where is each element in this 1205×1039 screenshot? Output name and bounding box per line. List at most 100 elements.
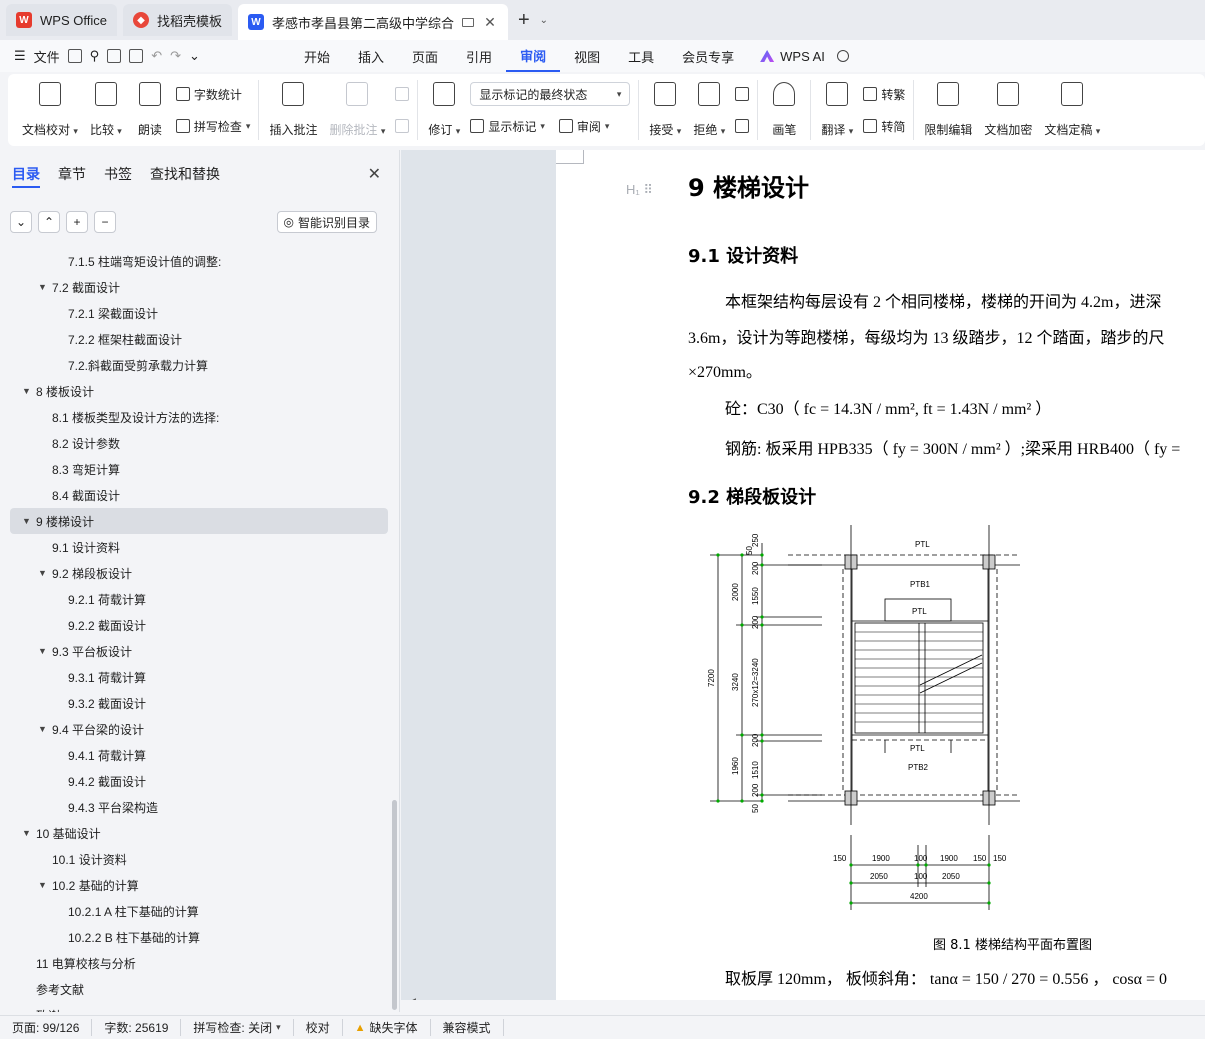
toc-item[interactable]: 10.2.1 A 柱下基础的计算: [10, 898, 388, 924]
toc-item[interactable]: ▼ 10 基础设计: [10, 820, 388, 846]
expand-triangle-icon[interactable]: ▼: [22, 386, 36, 396]
share-icon[interactable]: ⚲: [90, 48, 100, 64]
new-tab-button[interactable]: +: [514, 9, 534, 32]
next-change-button[interactable]: [735, 114, 750, 138]
remove-heading-button[interactable]: −: [94, 211, 116, 233]
file-menu[interactable]: 文件: [34, 47, 60, 66]
toc-item[interactable]: 10.2.2 B 柱下基础的计算: [10, 924, 388, 950]
toc-item[interactable]: 8.4 截面设计: [10, 482, 388, 508]
toc-item[interactable]: ▼ 9.2 梯段板设计: [10, 560, 388, 586]
toc-item[interactable]: 9.3.1 荷载计算: [10, 664, 388, 690]
prev-change-button[interactable]: [735, 82, 750, 106]
page-indicator[interactable]: 页面: 99/126: [0, 1019, 93, 1036]
prev-comment-button[interactable]: [395, 82, 410, 106]
toc-item[interactable]: ▼ 9 楼梯设计: [10, 508, 388, 534]
search-icon[interactable]: [836, 50, 849, 62]
show-markup-button[interactable]: 显示标记 ▾: [470, 114, 545, 138]
doc-proofread-button[interactable]: 文档校对 ▾: [16, 80, 84, 140]
menu-view[interactable]: 视图: [560, 40, 614, 72]
menu-membership[interactable]: 会员专享: [668, 40, 748, 72]
toc-item[interactable]: 9.4.3 平台梁构造: [10, 794, 388, 820]
delete-comment-button[interactable]: 删除批注 ▾: [323, 80, 391, 140]
toc-item[interactable]: 9.2.1 荷载计算: [10, 586, 388, 612]
expand-triangle-icon[interactable]: ▼: [38, 880, 52, 890]
toc-item[interactable]: 11 电算校核与分析: [10, 950, 388, 976]
tab-wps-office[interactable]: W WPS Office: [6, 4, 117, 36]
hamburger-icon[interactable]: ☰: [14, 48, 26, 64]
tab-chapters[interactable]: 章节: [58, 164, 86, 194]
chevron-down-icon[interactable]: ⌄: [189, 48, 200, 64]
toc-item[interactable]: ▼ 10.2 基础的计算: [10, 872, 388, 898]
menu-insert[interactable]: 插入: [344, 40, 398, 72]
expand-triangle-icon[interactable]: ▼: [38, 282, 52, 292]
redo-icon[interactable]: ↷: [170, 48, 181, 64]
toc-item[interactable]: 10.1 设计资料: [10, 846, 388, 872]
toc-item[interactable]: 致谢: [10, 1002, 388, 1013]
toc-item[interactable]: 9.3.2 截面设计: [10, 690, 388, 716]
toc-item[interactable]: 8.3 弯矩计算: [10, 456, 388, 482]
chevron-down-icon[interactable]: ⌄: [540, 15, 548, 26]
markup-state-dropdown[interactable]: 显示标记的最终状态 ▾: [470, 82, 631, 106]
missing-font-status[interactable]: ▲ 缺失字体: [343, 1019, 431, 1036]
expand-down-button[interactable]: ⌄: [10, 211, 32, 233]
toc-item[interactable]: 9.4.2 截面设计: [10, 768, 388, 794]
toc-item[interactable]: 7.2.1 梁截面设计: [10, 300, 388, 326]
toc-item[interactable]: 9.1 设计资料: [10, 534, 388, 560]
encrypt-button[interactable]: 文档加密: [978, 80, 1038, 140]
wps-ai-button[interactable]: WPS AI: [748, 49, 837, 64]
tab-toc[interactable]: 目录: [12, 164, 40, 188]
track-changes-button[interactable]: 修订 ▾: [422, 80, 466, 140]
heading-drag-handle-icon[interactable]: H₁ ⠿: [626, 182, 653, 198]
tab-find-replace[interactable]: 查找和替换: [150, 164, 220, 194]
spell-check-button[interactable]: 拼写检查 ▾: [175, 114, 250, 138]
expand-triangle-icon[interactable]: ▼: [38, 568, 52, 578]
expand-triangle-icon[interactable]: ▼: [22, 516, 36, 526]
insert-comment-button[interactable]: 插入批注: [263, 80, 323, 140]
review-pane-button[interactable]: 审阅 ▾: [558, 114, 609, 138]
compare-button[interactable]: 比较 ▾: [84, 80, 128, 140]
toc-item[interactable]: ▼ 8 楼板设计: [10, 378, 388, 404]
menu-references[interactable]: 引用: [452, 40, 506, 72]
restrict-edit-button[interactable]: 限制编辑: [918, 80, 978, 140]
menu-home[interactable]: 开始: [290, 40, 344, 72]
menu-page[interactable]: 页面: [398, 40, 452, 72]
to-simplified-button[interactable]: 转简: [863, 114, 905, 138]
toc-item[interactable]: 7.1.5 柱端弯矩设计值的调整:: [10, 248, 388, 274]
save-icon[interactable]: [67, 49, 82, 63]
translate-button[interactable]: 翻译 ▾: [815, 80, 859, 140]
toc-item[interactable]: 8.2 设计参数: [10, 430, 388, 456]
toc-item[interactable]: 参考文献: [10, 976, 388, 1002]
toc-item[interactable]: 9.4.1 荷载计算: [10, 742, 388, 768]
word-count-indicator[interactable]: 字数: 25619: [92, 1019, 182, 1036]
accept-button[interactable]: 接受 ▾: [643, 80, 687, 140]
spell-check-status[interactable]: 拼写检查: 关闭 ▾: [181, 1019, 294, 1036]
toc-item[interactable]: 7.2.斜截面受剪承载力计算: [10, 352, 388, 378]
toc-item[interactable]: ▼ 9.3 平台板设计: [10, 638, 388, 664]
add-heading-button[interactable]: +: [66, 211, 88, 233]
next-comment-button[interactable]: [395, 114, 410, 138]
tab-bookmarks[interactable]: 书签: [104, 164, 132, 194]
expand-triangle-icon[interactable]: ▼: [38, 724, 52, 734]
print-icon[interactable]: [107, 49, 122, 63]
collapse-up-button[interactable]: ⌃: [38, 211, 60, 233]
toc-scrollbar[interactable]: [392, 800, 397, 1010]
close-tab-icon[interactable]: ✕: [482, 14, 498, 31]
undo-icon[interactable]: ↶: [151, 48, 162, 64]
word-count-button[interactable]: 字数统计: [175, 82, 251, 106]
to-traditional-button[interactable]: 转繁: [863, 82, 905, 106]
proofread-status[interactable]: 校对: [294, 1019, 343, 1036]
print-preview-icon[interactable]: [129, 49, 144, 63]
reject-button[interactable]: 拒绝 ▾: [687, 80, 731, 140]
tab-document[interactable]: W 孝感市孝昌县第二高级中学综合 ✕: [237, 4, 508, 40]
read-aloud-button[interactable]: 朗读: [128, 80, 172, 140]
toc-item[interactable]: 8.1 楼板类型及设计方法的选择:: [10, 404, 388, 430]
expand-triangle-icon[interactable]: ▼: [22, 828, 36, 838]
toc-item[interactable]: ▼ 7.2 截面设计: [10, 274, 388, 300]
toc-item[interactable]: 7.2.2 框架柱截面设计: [10, 326, 388, 352]
menu-tools[interactable]: 工具: [614, 40, 668, 72]
close-panel-icon[interactable]: ✕: [368, 164, 381, 184]
smart-toc-button[interactable]: ◎ 智能识别目录: [276, 211, 377, 233]
scroll-left-icon[interactable]: ◀: [409, 996, 416, 1000]
expand-triangle-icon[interactable]: ▼: [38, 646, 52, 656]
toc-item[interactable]: ▼ 9.4 平台梁的设计: [10, 716, 388, 742]
